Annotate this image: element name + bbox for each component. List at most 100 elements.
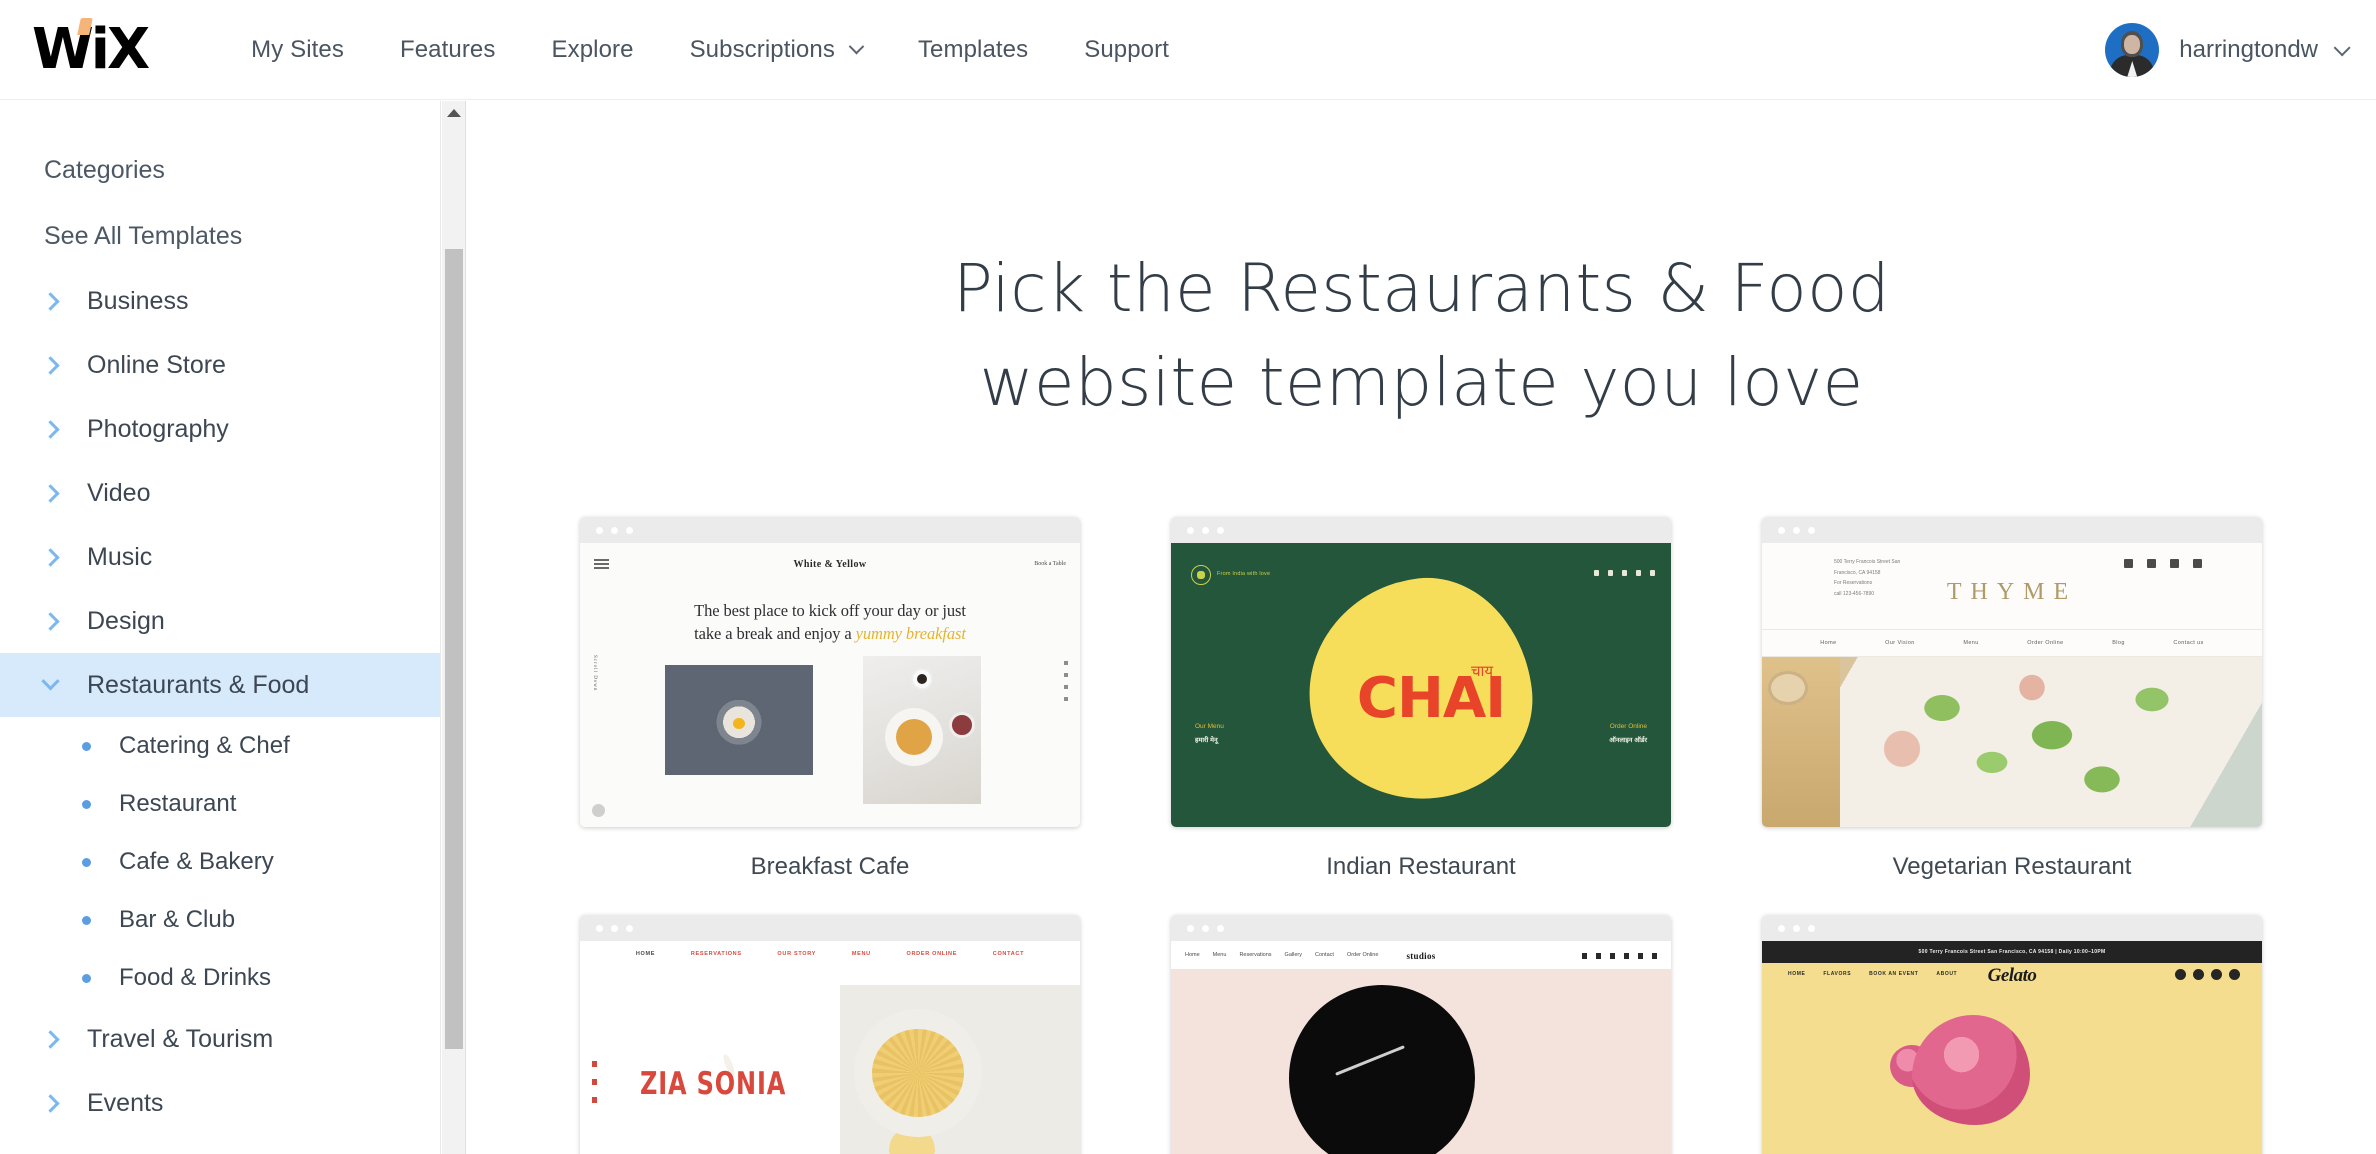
sidebar-item-video[interactable]: Video bbox=[0, 461, 440, 525]
twitter-icon bbox=[2193, 969, 2204, 980]
sidebar-item-events[interactable]: Events bbox=[0, 1071, 440, 1135]
template-preview[interactable]: White & Yellow Book a Table The best pla… bbox=[580, 517, 1080, 827]
nav-link-contact-us: Contact us bbox=[2173, 640, 2204, 646]
gelato-site: 500 Terry Francois Street San Francisco,… bbox=[1762, 941, 2262, 1154]
site-badge-icon bbox=[592, 804, 605, 817]
thyme-site: 500 Terry Francois Street San Francisco,… bbox=[1762, 543, 2262, 827]
sidebar-subitem-restaurant[interactable]: Restaurant bbox=[0, 775, 440, 833]
preview-viewport: White & Yellow Book a Table The best pla… bbox=[580, 543, 1080, 827]
sidebar-subitem-cafe-and-bakery[interactable]: Cafe & Bakery bbox=[0, 833, 440, 891]
chrome-dot-icon bbox=[611, 924, 618, 932]
main-navigation: My Sites Features Explore Subscriptions … bbox=[223, 36, 1197, 64]
headline-line-2: take a break and enjoy a bbox=[694, 624, 856, 644]
twitter-icon bbox=[1638, 953, 1643, 959]
browser-chrome-bar bbox=[1171, 517, 1671, 543]
sidebar-item-restaurants-and-food[interactable]: Restaurants & Food bbox=[0, 653, 440, 717]
nav-item-templates[interactable]: Templates bbox=[890, 36, 1056, 64]
template-card-zia-sonia[interactable]: HOME RESERVATIONS OUR STORY MENU ORDER O… bbox=[580, 915, 1080, 1154]
chevron-down-icon bbox=[2333, 39, 2351, 57]
nav-item-my-sites[interactable]: My Sites bbox=[223, 36, 372, 64]
sidebar-item-label: Restaurants & Food bbox=[87, 670, 310, 699]
site-info-band: 500 Terry Francois Street San Francisco,… bbox=[1762, 941, 2262, 963]
jam-bowl-icon bbox=[949, 712, 975, 738]
social-icons bbox=[2124, 559, 2202, 568]
template-card-indian-restaurant[interactable]: From India with love CHAI चाय Our Menu ह… bbox=[1171, 517, 1671, 881]
sidebar-see-all-templates[interactable]: See All Templates bbox=[0, 203, 440, 269]
sidebar-item-label: Business bbox=[87, 286, 189, 315]
sidebar-subitem-catering-and-chef[interactable]: Catering & Chef bbox=[0, 717, 440, 775]
nav-label: Templates bbox=[917, 35, 1029, 63]
site-tagline: From India with love bbox=[1217, 571, 1271, 577]
sidebar-subitem-label: Catering & Chef bbox=[119, 732, 290, 759]
nav-label: My Sites bbox=[251, 35, 344, 63]
chrome-dot-icon bbox=[1793, 924, 1800, 932]
browser-chrome-bar bbox=[580, 517, 1080, 543]
chrome-dot-icon bbox=[626, 526, 633, 534]
template-preview[interactable]: Home Menu Reservations Gallery Contact O… bbox=[1171, 915, 1671, 1154]
sidebar-item-label: Video bbox=[87, 478, 151, 507]
nav-label: Support bbox=[1084, 35, 1169, 63]
chrome-dot-icon bbox=[1793, 526, 1800, 534]
template-preview[interactable]: 500 Terry Francois Street San Francisco,… bbox=[1762, 517, 2262, 827]
template-card-breakfast-cafe[interactable]: White & Yellow Book a Table The best pla… bbox=[580, 517, 1080, 881]
bullet-icon bbox=[82, 973, 91, 983]
template-preview[interactable]: HOME RESERVATIONS OUR STORY MENU ORDER O… bbox=[580, 915, 1080, 1154]
chrome-dot-icon bbox=[1778, 924, 1785, 932]
page-title-line-1: Pick the Restaurants & Food bbox=[953, 250, 1890, 327]
nav-label: Explore bbox=[551, 35, 634, 63]
sidebar-item-business[interactable]: Business bbox=[0, 269, 440, 333]
facebook-icon bbox=[1064, 661, 1068, 665]
sidebar-item-label: Online Store bbox=[87, 350, 226, 379]
preview-viewport: 500 Terry Francois Street San Francisco,… bbox=[1762, 941, 2262, 1154]
sidebar-heading: Categories bbox=[44, 156, 165, 184]
site-navigation: HOME RESERVATIONS OUR STORY MENU ORDER O… bbox=[580, 951, 1080, 957]
bullet-icon bbox=[82, 857, 91, 867]
nav-item-subscriptions[interactable]: Subscriptions bbox=[662, 36, 890, 64]
template-card-vegetarian-restaurant[interactable]: 500 Terry Francois Street San Francisco,… bbox=[1762, 517, 2262, 881]
wix-logo[interactable]: WiX bbox=[32, 17, 150, 78]
nav-item-support[interactable]: Support bbox=[1056, 36, 1197, 64]
book-a-table-link: Book a Table bbox=[1034, 561, 1066, 567]
facebook-icon bbox=[2124, 559, 2133, 568]
social-icons bbox=[1582, 953, 1657, 959]
pinterest-icon bbox=[1596, 953, 1601, 959]
nav-item-explore[interactable]: Explore bbox=[523, 36, 661, 64]
sidebar-item-online-store[interactable]: Online Store bbox=[0, 333, 440, 397]
sidebar-item-photography[interactable]: Photography bbox=[0, 397, 440, 461]
sidebar-item-travel-and-tourism[interactable]: Travel & Tourism bbox=[0, 1007, 440, 1071]
sidebar-item-music[interactable]: Music bbox=[0, 525, 440, 589]
bread-slice-icon bbox=[1768, 671, 1808, 705]
template-card-gelato[interactable]: 500 Terry Francois Street San Francisco,… bbox=[1762, 915, 2262, 1154]
chevron-down-icon bbox=[848, 38, 865, 55]
sidebar-item-design[interactable]: Design bbox=[0, 589, 440, 653]
address-line: 500 Terry Francois Street San bbox=[1834, 559, 1901, 565]
chrome-dot-icon bbox=[1187, 526, 1194, 534]
sidebar-subitem-bar-and-club[interactable]: Bar & Club bbox=[0, 891, 440, 949]
template-preview[interactable]: 500 Terry Francois Street San Francisco,… bbox=[1762, 915, 2262, 1154]
sidebar-scrollbar[interactable] bbox=[442, 101, 466, 1154]
coffee-cup-icon bbox=[911, 668, 933, 690]
headline-accent: yummy breakfast bbox=[855, 624, 966, 644]
scrollbar-thumb[interactable] bbox=[445, 249, 463, 1049]
chrome-dot-icon bbox=[1217, 526, 1224, 534]
tumblr-icon bbox=[1610, 953, 1615, 959]
template-preview[interactable]: From India with love CHAI चाय Our Menu ह… bbox=[1171, 517, 1671, 827]
nav-item-features[interactable]: Features bbox=[372, 36, 524, 64]
nav-link-our-vision: Our Vision bbox=[1885, 640, 1915, 646]
account-menu[interactable]: harringtondw bbox=[2105, 0, 2351, 100]
facebook-icon bbox=[1582, 953, 1587, 959]
scroll-up-arrow-icon[interactable] bbox=[447, 109, 461, 117]
tumblr-icon bbox=[1622, 570, 1627, 576]
preview-viewport: From India with love CHAI चाय Our Menu ह… bbox=[1171, 543, 1671, 827]
our-menu-label-hindi: हमारी मेनू bbox=[1195, 737, 1218, 744]
chevron-right-icon bbox=[41, 611, 60, 631]
chevron-right-icon bbox=[41, 291, 60, 311]
site-wordmark: ZIA SONIA bbox=[640, 1066, 787, 1102]
devanagari-wordmark: चाय bbox=[1471, 662, 1494, 680]
sidebar-subitem-label: Bar & Club bbox=[119, 906, 236, 933]
account-username: harringtondw bbox=[2179, 36, 2318, 63]
sidebar-subitem-food-and-drinks[interactable]: Food & Drinks bbox=[0, 949, 440, 1007]
template-card-studios[interactable]: Home Menu Reservations Gallery Contact O… bbox=[1171, 915, 1671, 1154]
template-caption: Breakfast Cafe bbox=[750, 853, 910, 880]
indian-restaurant-site: From India with love CHAI चाय Our Menu ह… bbox=[1171, 543, 1671, 827]
